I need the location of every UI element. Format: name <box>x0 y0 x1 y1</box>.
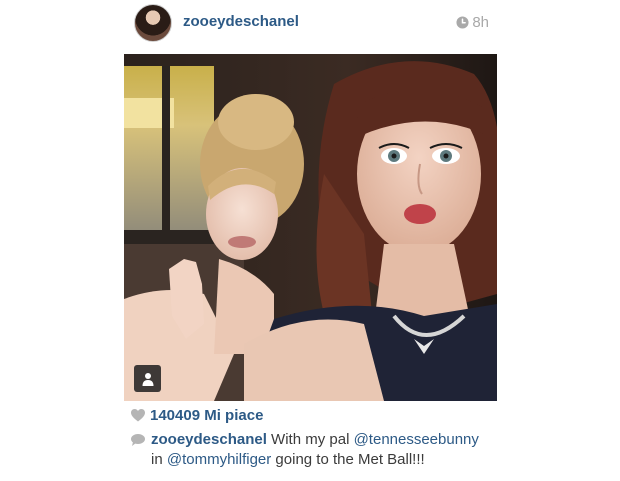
post-username[interactable]: zooeydeschanel <box>183 13 299 30</box>
post-timestamp: 8h <box>456 14 489 31</box>
time-label: 8h <box>472 14 489 31</box>
post-header: zooeydeschanel 8h <box>124 0 497 48</box>
caption-part-1: With my pal <box>266 431 354 448</box>
mention-tennesseebunny[interactable]: @tennesseebunny <box>354 431 479 448</box>
likes-row[interactable]: 140409 Mi piace <box>131 407 263 424</box>
photo-illustration <box>124 54 497 401</box>
heart-icon <box>131 409 145 422</box>
likes-count[interactable]: 140409 Mi piace <box>150 407 263 424</box>
mention-tommyhilfiger[interactable]: @tommyhilfiger <box>167 451 271 468</box>
clock-icon <box>456 16 469 29</box>
caption: zooeydeschanel With my pal @tennesseebun… <box>131 430 491 470</box>
post-photo[interactable] <box>124 54 497 401</box>
tag-people-button[interactable] <box>134 365 161 392</box>
avatar[interactable] <box>134 4 172 42</box>
comment-bubble-icon <box>131 434 145 446</box>
caption-part-2: in <box>151 451 167 468</box>
person-tag-icon <box>142 372 153 386</box>
caption-username[interactable]: zooeydeschanel <box>151 431 267 448</box>
caption-text: zooeydeschanel With my pal @tennesseebun… <box>151 430 491 470</box>
caption-part-3: going to the Met Ball!!! <box>271 451 425 468</box>
